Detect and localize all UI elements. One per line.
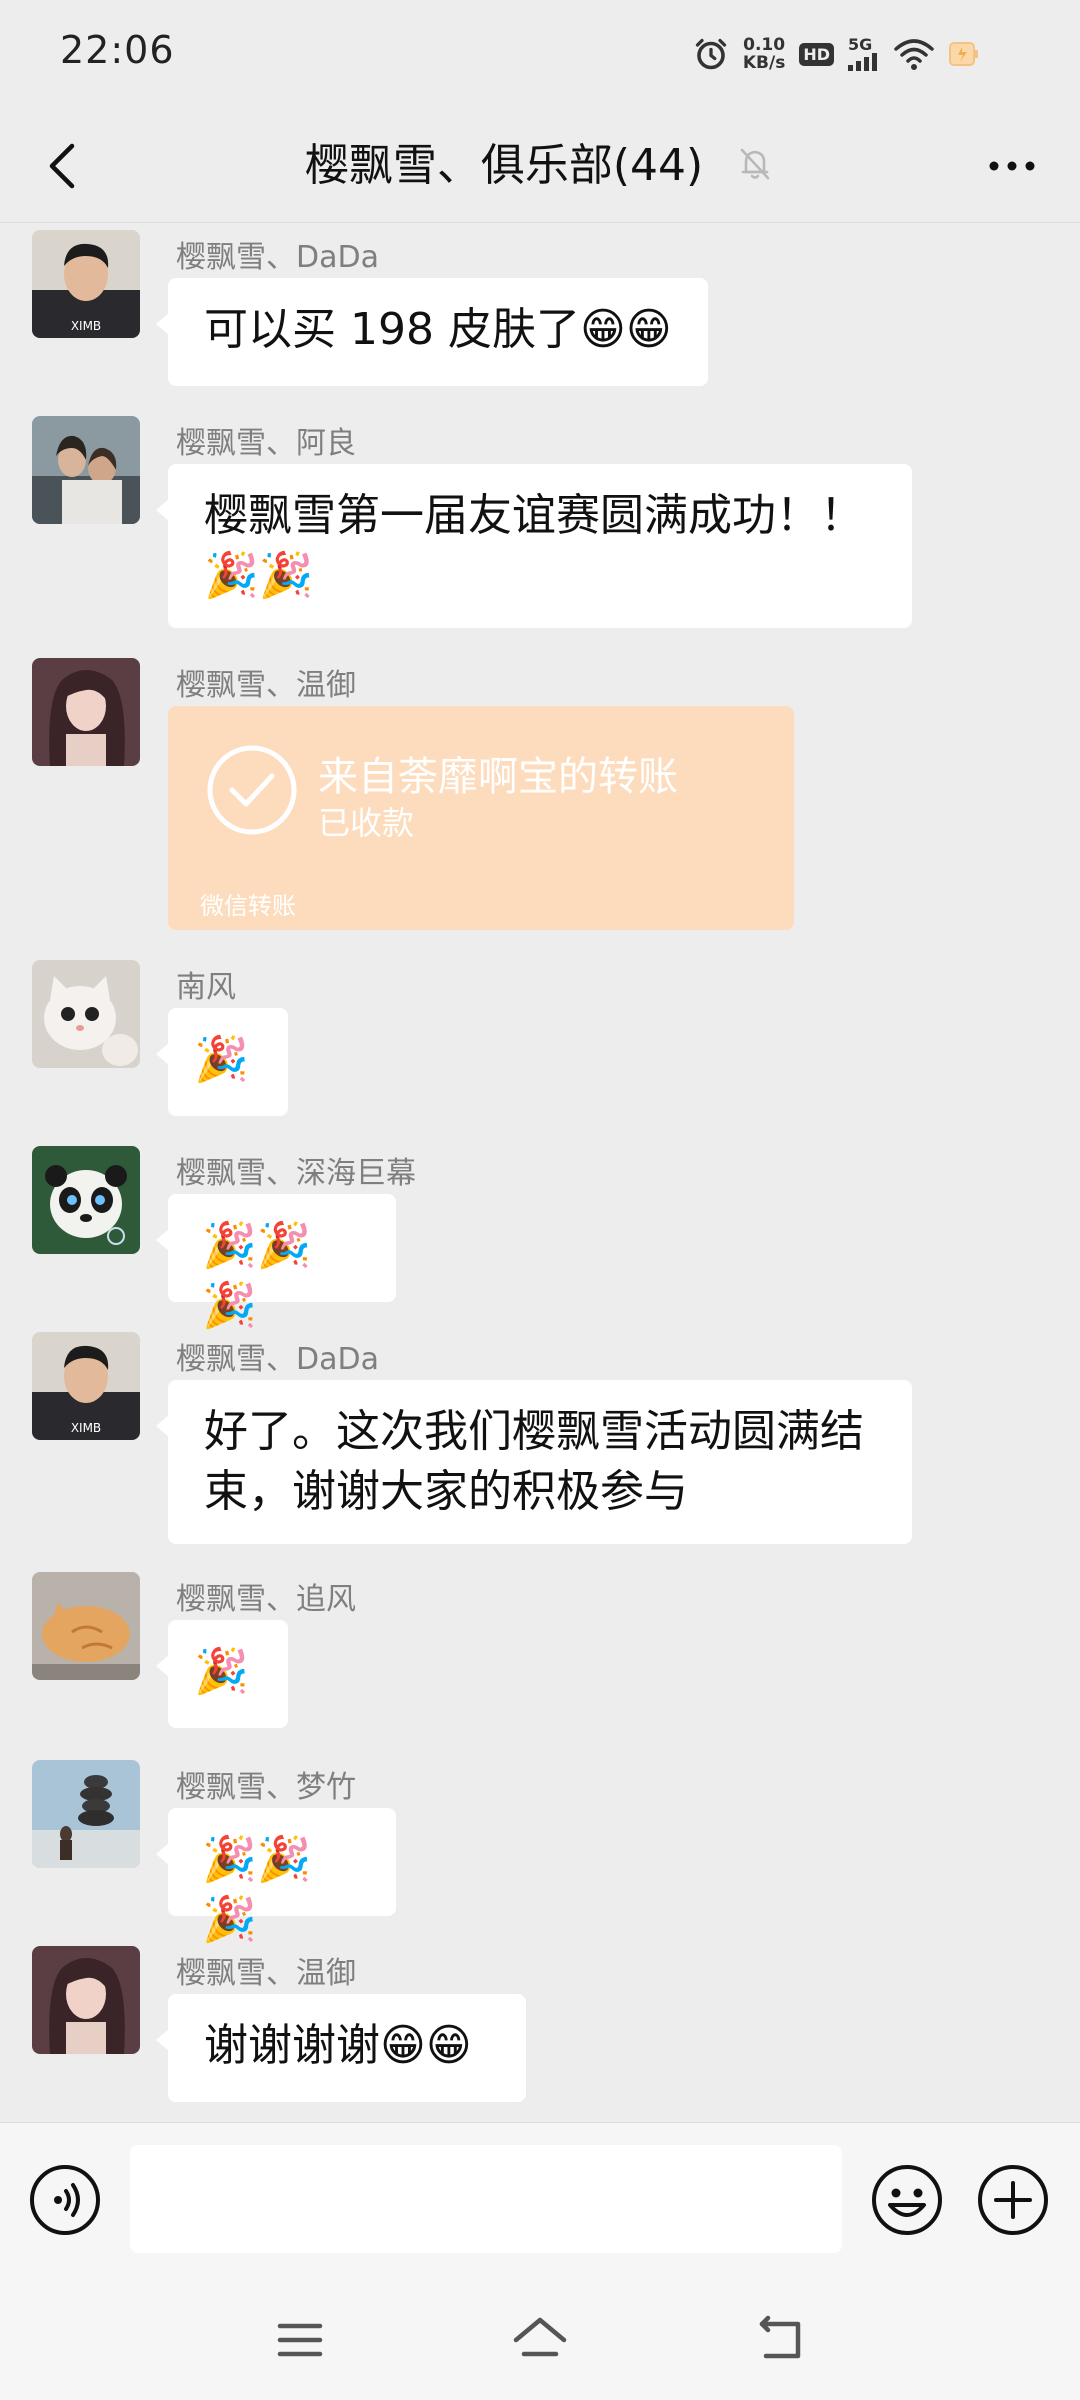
message-text: 可以买 198 皮肤了😁😁 [204, 304, 672, 355]
voice-input-icon[interactable] [28, 2163, 102, 2237]
cat-avatar-icon [32, 960, 140, 1068]
avatar[interactable] [32, 1572, 140, 1680]
wifi-icon [894, 39, 934, 70]
net-speed-unit: KB/s [742, 53, 786, 73]
system-nav-bar [0, 2278, 1080, 2400]
input-bar [0, 2122, 1080, 2279]
sender-name: 樱飘雪、温御 [176, 1956, 356, 1991]
stones-avatar-icon [32, 1760, 140, 1868]
signal-label: 5G [848, 35, 873, 54]
avatar[interactable] [32, 960, 140, 1068]
message-text: 🎉 [194, 1034, 249, 1085]
chat-title-row: 樱飘雪、俱乐部(44) [0, 134, 1080, 198]
message-input[interactable] [130, 2145, 842, 2253]
message-text: 谢谢谢谢😁😁 [204, 2020, 472, 2071]
mute-bell-icon [740, 148, 770, 180]
status-time: 22:06 [60, 28, 175, 72]
more-options-icon[interactable] [980, 134, 1044, 198]
home-icon[interactable] [508, 2308, 572, 2372]
plus-icon[interactable] [976, 2163, 1050, 2237]
emoji-icon[interactable] [870, 2163, 944, 2237]
woman-avatar-icon [32, 1946, 140, 2054]
menu-icon[interactable] [268, 2308, 332, 2372]
message-bubble[interactable]: 好了。这次我们樱飘雪活动圆满结束，谢谢大家的积极参与 [156, 1380, 912, 1544]
chat-title: 樱飘雪、俱乐部(44) [304, 140, 704, 191]
avatar[interactable]: XIMB [32, 1332, 140, 1440]
sender-name: 樱飘雪、深海巨幕 [176, 1156, 416, 1191]
sender-name: 樱飘雪、温御 [176, 668, 356, 703]
status-icons: 0.10 KB/s HD 5G [693, 30, 980, 78]
avatar[interactable]: XIMB [32, 230, 140, 338]
message-text: 🎉 [194, 1646, 249, 1697]
message-bubble[interactable]: 谢谢谢谢😁😁 [156, 1994, 526, 2102]
message-bubble[interactable]: 🎉 [156, 1620, 288, 1728]
avatar[interactable] [32, 658, 140, 766]
sender-name: 樱飘雪、追风 [176, 1582, 356, 1617]
check-circle-icon [207, 745, 297, 835]
back-nav-icon[interactable] [748, 2308, 812, 2372]
sender-name: 樱飘雪、DaDa [176, 240, 379, 275]
man-avatar-icon: XIMB [32, 230, 140, 338]
message-text: 🎉🎉🎉 [202, 1834, 312, 1945]
message-list[interactable]: XIMB 樱飘雪、DaDa 可以买 198 皮肤了😁😁 樱飘雪、阿良 樱飘雪第一… [0, 222, 1080, 2122]
avatar[interactable] [32, 1760, 140, 1868]
sender-name: 樱飘雪、梦竹 [176, 1770, 356, 1805]
avatar[interactable] [32, 416, 140, 524]
message-bubble[interactable]: 🎉🎉🎉 [156, 1194, 396, 1331]
couple-avatar-icon [32, 416, 140, 524]
status-bar: 22:06 0.10 KB/s HD 5G [0, 0, 1080, 110]
transfer-status: 已收款 [318, 804, 415, 842]
avatar[interactable] [32, 1146, 140, 1254]
message-text: 🎉🎉🎉 [202, 1220, 312, 1331]
message-bubble[interactable]: 可以买 198 皮肤了😁😁 [156, 278, 708, 386]
svg-text:XIMB: XIMB [71, 1421, 101, 1435]
signal-indicator: 5G [848, 37, 880, 71]
message-bubble[interactable]: 樱飘雪第一届友谊赛圆满成功！！🎉🎉 [156, 464, 912, 628]
battery-icon [949, 42, 978, 66]
panda-avatar-icon [32, 1146, 140, 1254]
message-text: 好了。这次我们樱飘雪活动圆满结束，谢谢大家的积极参与 [204, 1406, 864, 1517]
signal-bars-icon [848, 53, 877, 71]
orange-cat-avatar-icon [32, 1572, 140, 1680]
sender-name: 樱飘雪、DaDa [176, 1342, 379, 1377]
avatar[interactable] [32, 1946, 140, 2054]
alarm-icon [695, 38, 727, 70]
transfer-title: 来自荼靡啊宝的转账 [318, 754, 678, 800]
man-avatar-icon: XIMB [32, 1332, 140, 1440]
sender-name: 南风 [176, 970, 236, 1005]
net-speed-value: 0.10 [743, 35, 786, 55]
message-text: 樱飘雪第一届友谊赛圆满成功！！🎉🎉 [204, 490, 864, 601]
svg-text:XIMB: XIMB [71, 319, 101, 333]
message-bubble[interactable]: 🎉🎉🎉 [156, 1808, 396, 1945]
sender-name: 樱飘雪、阿良 [176, 426, 356, 461]
message-bubble[interactable]: 🎉 [156, 1008, 288, 1116]
woman-avatar-icon [32, 658, 140, 766]
net-speed: 0.10 KB/s [743, 36, 785, 72]
hd-badge: HD [799, 42, 834, 66]
chat-header: 樱飘雪、俱乐部(44) [0, 110, 1080, 223]
transfer-card[interactable]: 来自荼靡啊宝的转账 已收款 微信转账 [168, 706, 794, 930]
transfer-footer: 微信转账 [200, 892, 296, 920]
